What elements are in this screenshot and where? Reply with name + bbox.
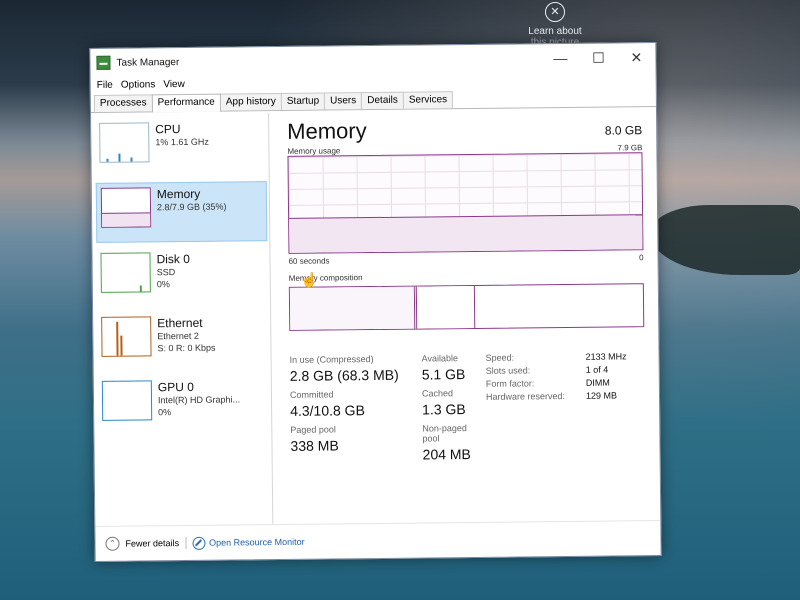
sidebar-item-disk[interactable]: Disk 0 SSD 0% (96, 247, 270, 307)
sidebar-disk-name: Disk 0 (156, 251, 190, 267)
speed-label: Speed: (485, 352, 515, 363)
memory-usage-max: 7.9 GB (617, 143, 643, 153)
menu-file[interactable]: File (97, 79, 113, 90)
maximize-button[interactable]: ☐ (579, 49, 617, 66)
sidebar-item-gpu[interactable]: GPU 0 Intel(R) HD Graphi... 0% (98, 375, 272, 435)
available-value: 5.1 GB (421, 366, 466, 383)
committed-value: 4.3/10.8 GB (290, 402, 365, 419)
composition-standby (417, 285, 476, 329)
fewer-details-link[interactable]: Fewer details (125, 538, 179, 549)
memory-usage-graph (287, 152, 644, 254)
memory-total: 8.0 GB (604, 123, 643, 138)
footer-bar: ⌃ Fewer details Open Resource Monitor (95, 520, 661, 561)
in-use-value: 2.8 GB (68.3 MB) (289, 366, 399, 384)
committed-label: Committed (289, 389, 334, 400)
paged-pool-value: 338 MB (290, 437, 339, 454)
speed-value: 2133 MHz (585, 351, 627, 362)
minimize-button[interactable]: — (541, 50, 579, 66)
sidebar-ethernet-name: Ethernet (157, 315, 203, 331)
resource-sidebar: CPU 1% 1.61 GHz Memory 2.8/7.9 GB (35%) … (91, 113, 274, 527)
paged-pool-label: Paged pool (290, 424, 336, 435)
memory-thumbnail-graph (100, 187, 152, 228)
hardware-reserved-label: Hardware reserved: (485, 391, 566, 402)
slots-used-label: Slots used: (485, 365, 531, 376)
performance-content: CPU 1% 1.61 GHz Memory 2.8/7.9 GB (35%) … (91, 109, 660, 527)
tab-processes[interactable]: Processes (93, 94, 153, 112)
sidebar-item-cpu[interactable]: CPU 1% 1.61 GHz (95, 117, 269, 177)
form-factor-value: DIMM (585, 377, 610, 388)
learn-about-picture[interactable]: ✕ Learn about this picture (510, 0, 600, 48)
axis-left-label: 60 seconds (288, 256, 330, 266)
memory-usage-fill (289, 214, 643, 253)
sidebar-gpu-usage: 0% (158, 407, 172, 418)
ethernet-thumbnail-graph (101, 316, 152, 357)
axis-right-label: 0 (639, 253, 644, 263)
menu-options[interactable]: Options (121, 79, 156, 90)
tab-app-history[interactable]: App history (219, 92, 282, 111)
window-title: Task Manager (116, 56, 180, 69)
tab-startup[interactable]: Startup (280, 92, 326, 110)
chevron-up-icon[interactable]: ⌃ (105, 536, 120, 551)
tab-details[interactable]: Details (361, 91, 404, 110)
composition-free (475, 284, 644, 328)
disk-thumbnail-graph (100, 252, 151, 293)
tab-users[interactable]: Users (324, 92, 363, 110)
memory-stats: In use (Compressed) 2.8 GB (68.3 MB) Avai… (290, 351, 646, 464)
sidebar-item-memory[interactable]: Memory 2.8/7.9 GB (35%) (95, 181, 268, 243)
sidebar-ethernet-adapter: Ethernet 2 (157, 330, 199, 342)
in-use-label: In use (Compressed) (289, 354, 374, 365)
task-manager-window: Task Manager — ☐ ✕ File Options View Pro… (89, 42, 662, 562)
sidebar-gpu-model: Intel(R) HD Graphi... (157, 394, 241, 406)
menu-view[interactable]: View (163, 78, 185, 89)
non-paged-pool-value: 204 MB (422, 446, 471, 463)
open-resource-monitor-link[interactable]: Open Resource Monitor (209, 537, 305, 548)
close-button[interactable]: ✕ (617, 49, 655, 66)
memory-details: Speed: 2133 MHz Slots used: 1 of 4 Form fa… (480, 351, 646, 402)
slots-used-value: 1 of 4 (585, 364, 609, 375)
tab-services[interactable]: Services (402, 91, 454, 109)
hand-cursor-icon: ☝ (300, 271, 319, 288)
cpu-thumbnail-graph (99, 122, 150, 163)
learn-label: Learn about (528, 26, 582, 37)
sidebar-memory-detail: 2.8/7.9 GB (35%) (156, 201, 227, 213)
gpu-thumbnail-graph (101, 380, 153, 421)
sidebar-item-ethernet[interactable]: Ethernet Ethernet 2 S: 0 R: 0 Kbps (97, 311, 271, 371)
sidebar-gpu-name: GPU 0 (157, 379, 194, 395)
camera-icon: ✕ (545, 2, 565, 22)
memory-composition-label: Memory composition (288, 273, 363, 283)
resource-monitor-icon[interactable] (191, 536, 206, 550)
non-paged-pool-label: Non-paged pool (422, 423, 467, 444)
sidebar-cpu-name: CPU (155, 122, 181, 137)
tab-performance[interactable]: Performance (151, 93, 221, 113)
footer-separator (184, 536, 187, 550)
cached-value: 1.3 GB (422, 401, 466, 418)
sidebar-disk-type: SSD (156, 267, 176, 278)
composition-in-use (289, 286, 415, 330)
sidebar-memory-name: Memory (156, 186, 201, 202)
form-factor-label: Form factor: (485, 378, 535, 389)
sidebar-ethernet-throughput: S: 0 R: 0 Kbps (157, 342, 216, 354)
page-title: Memory (287, 118, 367, 144)
memory-composition-bar (288, 283, 645, 331)
sidebar-disk-usage: 0% (156, 279, 170, 290)
available-label: Available (421, 353, 459, 364)
hardware-reserved-value: 129 MB (585, 390, 618, 401)
sidebar-cpu-detail: 1% 1.61 GHz (155, 136, 209, 148)
memory-panel: Memory 8.0 GB Memory usage 7.9 GB 60 sec… (269, 109, 660, 525)
task-manager-icon (96, 55, 111, 70)
cached-label: Cached (421, 388, 454, 399)
